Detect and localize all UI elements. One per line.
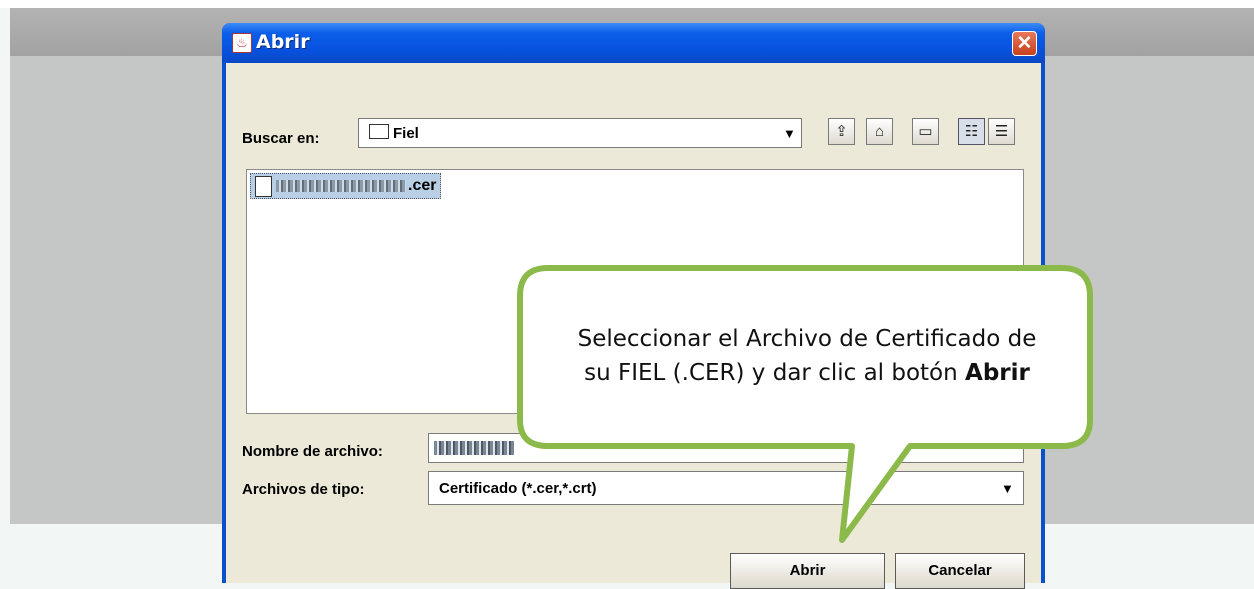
callout-text: Seleccionar el Archivo de Certificado de… (535, 322, 1079, 390)
callout-line-2-text: su FIEL (.CER) y dar clic al botón (584, 360, 966, 386)
callout-line-2-bold: Abrir (965, 360, 1030, 386)
callout-line-2: su FIEL (.CER) y dar clic al botón Abrir (535, 356, 1079, 390)
callout-line-1: Seleccionar el Archivo de Certificado de (577, 326, 1037, 352)
callout-bubble (517, 265, 1093, 543)
